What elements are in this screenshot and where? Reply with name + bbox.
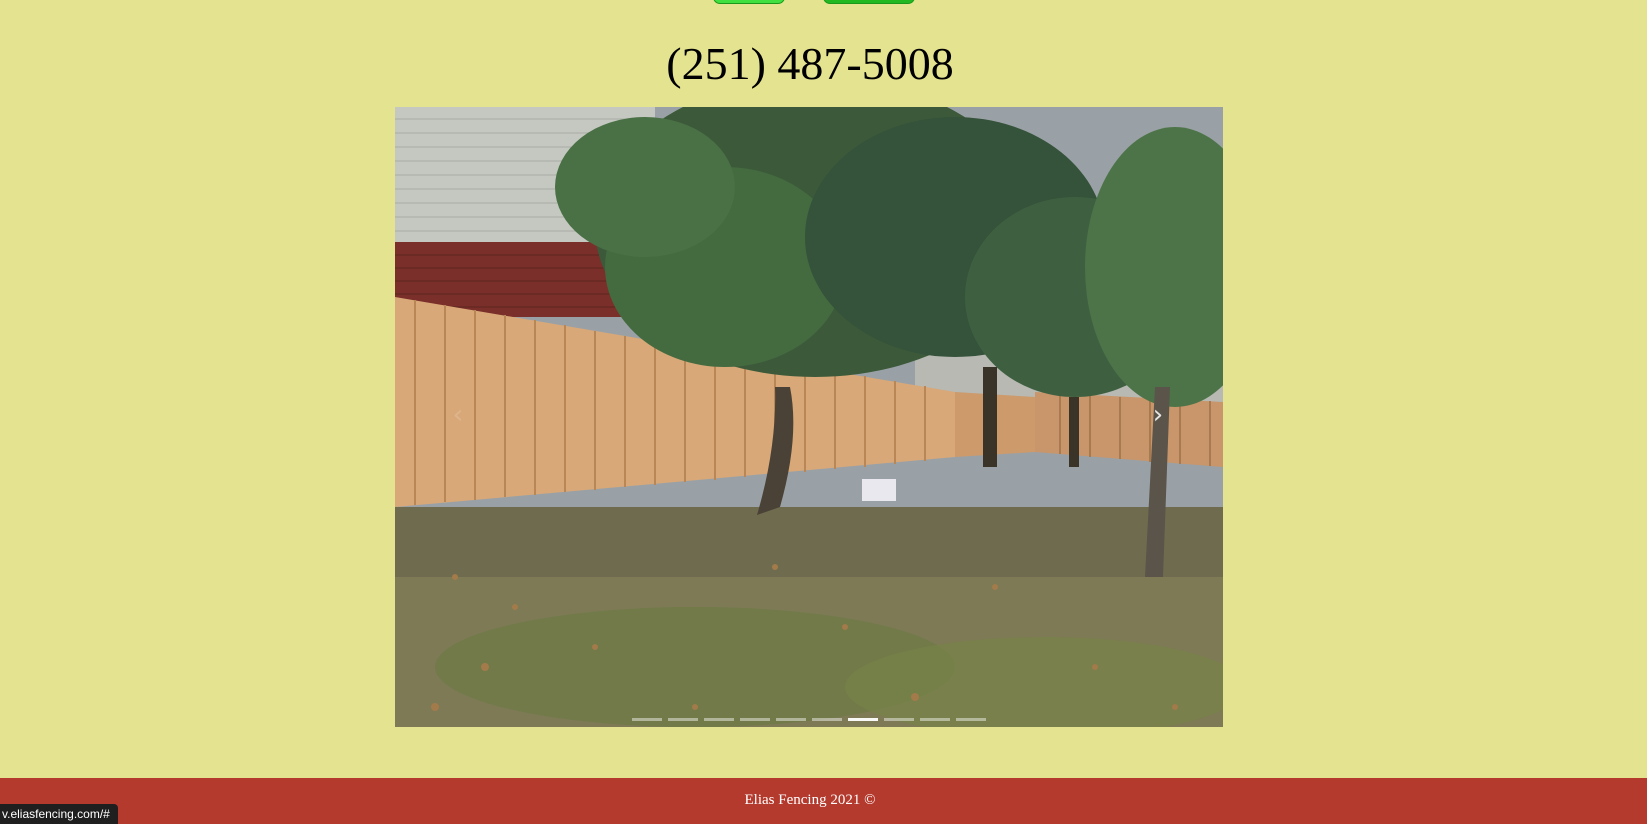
top-nav-buttons	[0, 0, 1647, 6]
carousel-indicator[interactable]	[668, 718, 698, 721]
phone-number: (251) 487-5008	[666, 38, 954, 89]
nav-button-2[interactable]	[823, 0, 915, 4]
chevron-left-icon: ‹	[452, 400, 464, 430]
carousel-indicator[interactable]	[812, 718, 842, 721]
carousel-next-button[interactable]: ›	[1143, 395, 1173, 435]
carousel-indicator[interactable]	[920, 718, 950, 721]
footer: Elias Fencing 2021 ©	[0, 778, 1647, 824]
nav-button-1[interactable]	[713, 0, 785, 4]
carousel-indicator[interactable]	[704, 718, 734, 721]
carousel-image	[395, 107, 1223, 727]
carousel-indicator[interactable]	[776, 718, 806, 721]
status-bar-url: v.eliasfencing.com/#	[0, 804, 118, 824]
carousel-indicator[interactable]	[740, 718, 770, 721]
chevron-right-icon: ›	[1152, 400, 1164, 430]
carousel-indicator[interactable]	[956, 718, 986, 721]
carousel-indicator[interactable]	[884, 718, 914, 721]
carousel-indicator[interactable]	[632, 718, 662, 721]
footer-copyright: Elias Fencing 2021 ©	[744, 792, 876, 808]
carousel-prev-button[interactable]: ‹	[443, 395, 473, 435]
carousel-indicator[interactable]	[848, 718, 878, 721]
photo-carousel	[395, 107, 1223, 727]
carousel-indicators	[395, 718, 1223, 721]
